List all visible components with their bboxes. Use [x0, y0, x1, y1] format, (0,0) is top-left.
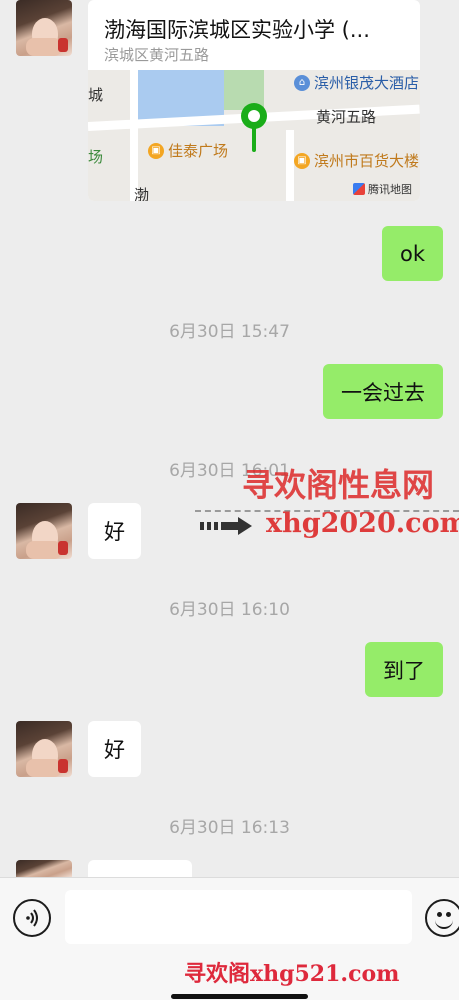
map-label-fragment: 渤 [134, 186, 150, 201]
tencent-map-logo-icon [353, 183, 365, 195]
location-map[interactable]: 城 场 渤 黄河五路 ⌂ 滨州银茂大酒店 ▣ 佳泰广场 ▣ 滨州市百货大楼 腾讯地图 [88, 70, 420, 201]
watermark-url: xhg2020.com [266, 508, 459, 539]
map-road [286, 130, 294, 201]
avatar-hand [26, 541, 62, 559]
avatar-hand [26, 759, 62, 777]
arrow-right-icon [200, 517, 252, 535]
avatar-accent [58, 541, 68, 555]
contact-avatar[interactable] [16, 721, 72, 777]
sent-message-bubble[interactable]: 到了 [365, 642, 443, 697]
map-provider: 腾讯地图 [353, 181, 412, 197]
contact-avatar[interactable] [16, 503, 72, 559]
contact-avatar[interactable] [16, 0, 72, 56]
sent-message-bubble[interactable]: ok [381, 226, 443, 281]
received-message-bubble[interactable] [88, 860, 192, 877]
map-label-fragment: 城 [88, 86, 104, 104]
timestamp: 6月30日 16:10 [169, 600, 290, 620]
watermark-footer: 寻欢阁xhg521.com [184, 961, 400, 987]
message-input[interactable] [65, 890, 412, 944]
timestamp: 6月30日 16:13 [169, 818, 290, 838]
shop-icon: ▣ [148, 142, 164, 159]
emoji-eye [437, 912, 442, 917]
map-label-fragment: 场 [88, 148, 104, 166]
map-road-label: 黄河五路 [316, 108, 377, 126]
emoji-mouth [435, 919, 453, 929]
map-poi: ▣ 滨州市百货大楼 [294, 150, 419, 171]
location-pin-icon [241, 103, 267, 152]
shop-icon: ▣ [294, 152, 310, 169]
location-message-card[interactable]: 渤海国际滨城区实验小学 (... 滨城区黄河五路 城 场 渤 黄河五路 ⌂ 滨州银… [88, 0, 420, 201]
contact-avatar[interactable] [16, 860, 72, 877]
timestamp: 6月30日 15:47 [169, 322, 290, 342]
map-road [130, 70, 138, 201]
sent-message-bubble[interactable]: 一会过去 [323, 364, 443, 419]
map-poi: ⌂ 滨州银茂大酒店 [294, 72, 419, 93]
voice-icon [26, 909, 38, 927]
avatar-accent [58, 38, 68, 52]
home-indicator[interactable] [171, 994, 308, 999]
emoji-button[interactable] [425, 899, 459, 937]
avatar-hand [26, 38, 62, 56]
received-message-bubble[interactable]: 好 [88, 503, 141, 559]
voice-input-button[interactable] [13, 899, 51, 937]
avatar-accent [58, 759, 68, 773]
location-title: 渤海国际滨城区实验小学 (... [104, 18, 370, 42]
location-subtitle: 滨城区黄河五路 [104, 46, 210, 64]
map-poi: ▣ 佳泰广场 [148, 140, 228, 161]
emoji-eye [446, 912, 451, 917]
hotel-icon: ⌂ [294, 74, 310, 91]
watermark-text: 寻欢阁性息网 [242, 466, 435, 504]
received-message-bubble[interactable]: 好 [88, 721, 141, 777]
